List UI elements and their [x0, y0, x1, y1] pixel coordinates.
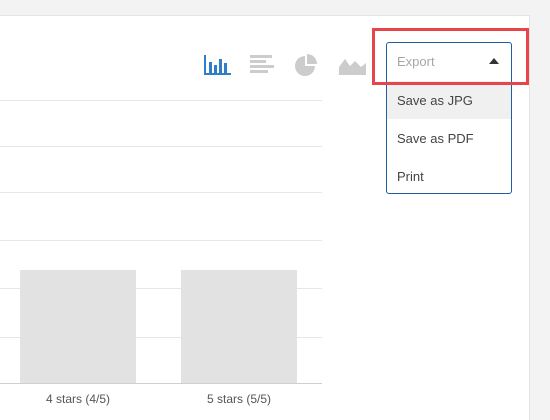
grid-line	[0, 192, 322, 193]
grid-line	[0, 146, 322, 147]
pie-chart-icon[interactable]	[293, 53, 321, 77]
bar-chart: 4 stars (4/5) 5 stars (5/5)	[0, 100, 322, 406]
menu-item-save-as-jpg[interactable]: Save as JPG	[387, 81, 511, 119]
menu-item-print[interactable]: Print	[387, 157, 511, 195]
bar-chart-icon[interactable]	[203, 53, 231, 77]
export-select[interactable]: Export	[387, 43, 511, 81]
caret-up-icon	[489, 58, 499, 64]
x-tick-label-4-stars: 4 stars (4/5)	[45, 392, 111, 406]
export-menu: Save as JPG Save as PDF Print	[387, 81, 511, 195]
bar-4-stars[interactable]	[20, 269, 136, 383]
grid-line	[0, 100, 322, 101]
area-chart-icon[interactable]	[338, 53, 366, 77]
export-placeholder: Export	[397, 54, 435, 69]
export-dropdown[interactable]: Export Save as JPG Save as PDF Print	[386, 42, 512, 194]
horizontal-bar-chart-icon[interactable]	[250, 53, 278, 77]
grid-line	[0, 240, 322, 241]
x-tick-label-5-stars: 5 stars (5/5)	[206, 392, 272, 406]
x-axis	[0, 383, 322, 384]
bar-5-stars[interactable]	[181, 269, 297, 383]
menu-item-save-as-pdf[interactable]: Save as PDF	[387, 119, 511, 157]
